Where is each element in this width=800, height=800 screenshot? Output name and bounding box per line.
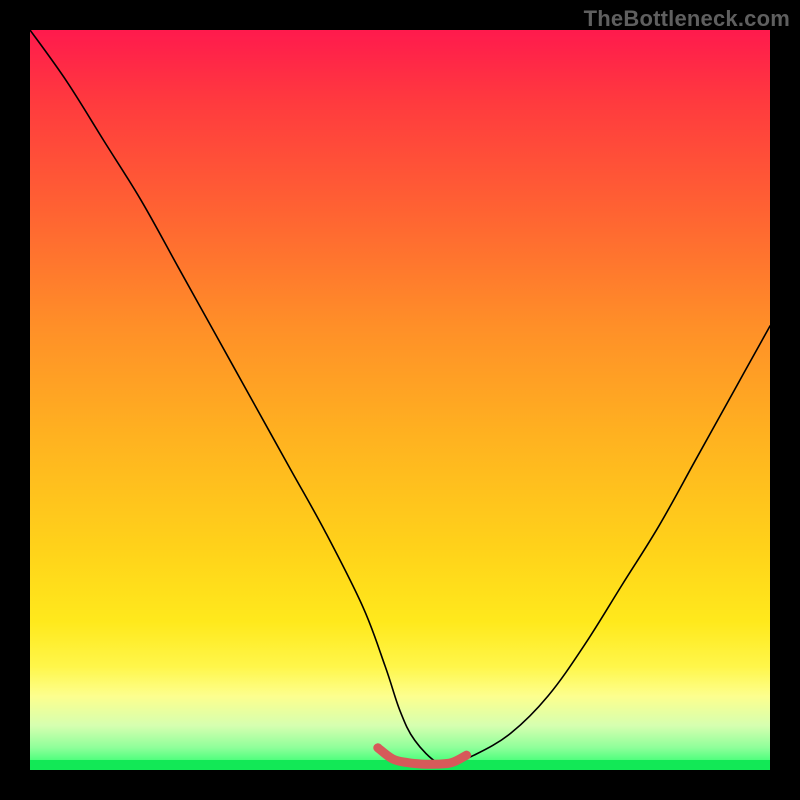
watermark-text: TheBottleneck.com [584, 6, 790, 32]
curve-svg [30, 30, 770, 770]
bottleneck-curve [30, 30, 770, 765]
chart-frame: TheBottleneck.com [0, 0, 800, 800]
plot-area [30, 30, 770, 770]
